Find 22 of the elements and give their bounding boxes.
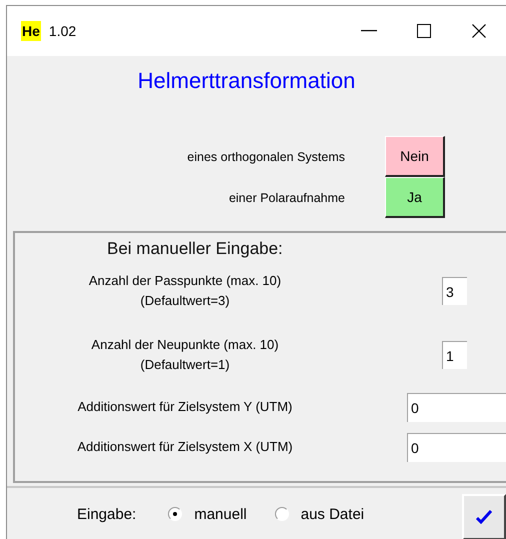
app-badge: He bbox=[21, 21, 41, 41]
input-field[interactable]: 1 bbox=[442, 341, 467, 369]
input-field[interactable]: 3 bbox=[442, 277, 467, 305]
input-field[interactable]: 0 bbox=[407, 392, 506, 422]
close-icon bbox=[472, 24, 486, 38]
window-title: 1.02 bbox=[48, 23, 76, 39]
radio-option[interactable]: manuell bbox=[168, 506, 247, 522]
field-label: Anzahl der Passpunkte (max. 10) (Defaultwert=3) bbox=[88, 272, 282, 310]
option-label: eines orthogonalen Systems bbox=[187, 150, 345, 164]
confirm-button[interactable] bbox=[462, 494, 506, 539]
input-mode-label: Eingabe: bbox=[77, 506, 136, 522]
panel-title: Bei manueller Eingabe: bbox=[107, 239, 284, 259]
toggle-button[interactable]: Ja bbox=[385, 177, 445, 218]
minimize-icon bbox=[360, 30, 376, 32]
heading: Helmerttransformation bbox=[136, 68, 356, 94]
option-label: einer Polaraufnahme bbox=[228, 190, 345, 204]
check-icon bbox=[476, 510, 492, 524]
radio-option[interactable]: aus Datei bbox=[274, 506, 364, 522]
field-label: Anzahl der Neupunkte (max. 10) (Defaultwert=1) bbox=[90, 336, 280, 374]
toggle-button[interactable]: Nein bbox=[385, 136, 445, 177]
input-field[interactable]: 0 bbox=[407, 432, 506, 462]
maximize-icon bbox=[416, 24, 430, 38]
